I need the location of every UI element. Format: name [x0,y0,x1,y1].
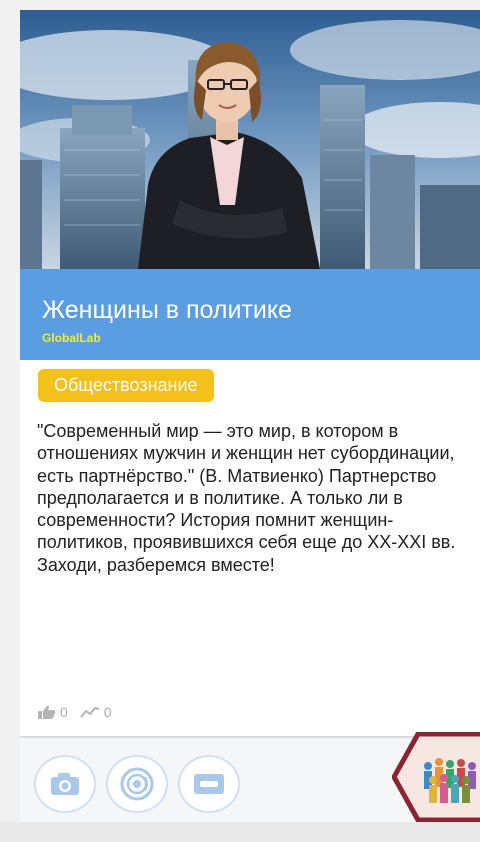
activity-stat[interactable]: 0 [79,704,112,720]
thumbs-up-icon [38,705,56,719]
sensor-button[interactable] [106,755,168,813]
activity-count: 0 [103,704,112,720]
card-icon [194,774,224,794]
project-description: "Современный мир — это мир, в котором в … [37,421,456,575]
camera-icon [51,773,79,795]
project-title[interactable]: Женщины в политике [42,295,292,325]
likes-stat[interactable]: 0 [38,704,68,720]
card-button[interactable] [178,755,240,813]
card-footer [20,732,480,822]
organization-label[interactable]: GlobalLab [42,331,101,345]
project-cover-image[interactable] [20,10,480,269]
page-bottom-shade [0,822,480,842]
subject-tag[interactable]: Обществознание [38,369,214,402]
stats-row: 0 0 [38,704,119,724]
project-card[interactable]: Женщины в политике GlobalLab Обществозна… [20,10,480,822]
camera-button[interactable] [34,755,96,813]
people-badge-icon[interactable] [392,732,480,822]
likes-count: 0 [60,704,68,720]
sensor-icon [120,767,154,801]
title-bar: Женщины в политике GlobalLab [20,269,480,360]
activity-chart-icon [79,706,99,718]
